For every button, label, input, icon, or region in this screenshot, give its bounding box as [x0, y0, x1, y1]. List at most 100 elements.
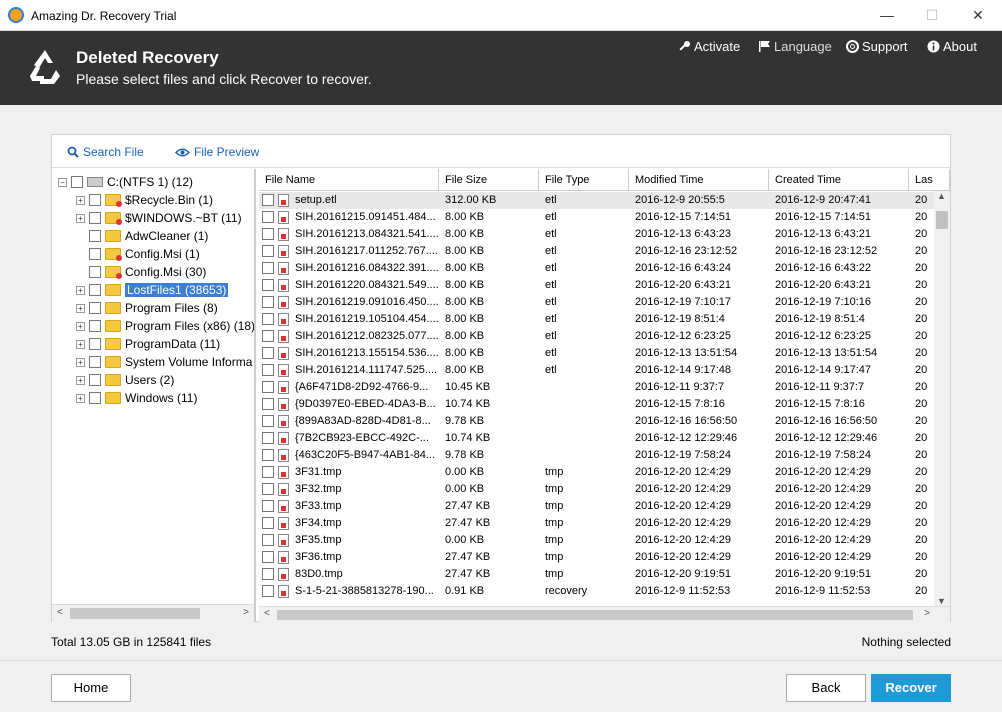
tree-checkbox[interactable]	[89, 356, 101, 368]
row-checkbox[interactable]	[262, 194, 274, 206]
scroll-left-arrow-icon[interactable]: <	[57, 607, 63, 618]
tree-checkbox[interactable]	[89, 248, 101, 260]
table-row[interactable]: S-1-5-21-3885813278-190... 0.91 KB recover…	[259, 583, 934, 600]
tree-checkbox[interactable]	[89, 194, 101, 206]
tree-item[interactable]: + LostFiles1 (38653)	[76, 281, 229, 299]
table-row[interactable]: SIH.20161213.084321.541.... 8.00 KB etl 201…	[259, 226, 934, 243]
row-checkbox[interactable]	[262, 262, 274, 274]
table-row[interactable]: 3F33.tmp 27.47 KB tmp 2016-12-20 12:4:29 201…	[259, 498, 934, 515]
minimize-button[interactable]: —	[877, 6, 897, 24]
tree-item[interactable]: − C:(NTFS 1) (12)	[58, 173, 193, 191]
row-checkbox[interactable]	[262, 534, 274, 546]
tree-item[interactable]: AdwCleaner (1)	[76, 227, 208, 245]
row-checkbox[interactable]	[262, 364, 274, 376]
table-row[interactable]: SIH.20161215.091451.484... 8.00 KB etl 2016…	[259, 209, 934, 226]
table-row[interactable]: setup.etl 312.00 KB etl 2016-12-9 20:55:5 20…	[259, 192, 934, 209]
tree-item[interactable]: + ProgramData (11)	[76, 335, 220, 353]
table-row[interactable]: {463C20F5-B947-4AB1-84... 9.78 KB 2016-12-…	[259, 447, 934, 464]
table-row[interactable]: {9D0397E0-EBED-4DA3-B... 10.74 KB 2016-12-…	[259, 396, 934, 413]
table-row[interactable]: 3F31.tmp 0.00 KB tmp 2016-12-20 12:4:29 2016…	[259, 464, 934, 481]
tree-checkbox[interactable]	[89, 284, 101, 296]
row-checkbox[interactable]	[262, 585, 274, 597]
collapse-icon[interactable]: −	[58, 177, 67, 187]
table-row[interactable]: 83D0.tmp 27.47 KB tmp 2016-12-20 9:19:51 201…	[259, 566, 934, 583]
expand-icon[interactable]: +	[76, 303, 85, 313]
home-button[interactable]: Home	[51, 674, 131, 702]
row-checkbox[interactable]	[262, 330, 274, 342]
row-checkbox[interactable]	[262, 568, 274, 580]
row-checkbox[interactable]	[262, 279, 274, 291]
row-checkbox[interactable]	[262, 245, 274, 257]
tree-item[interactable]: + Program Files (8)	[76, 299, 218, 317]
activate-link[interactable]: Activate	[678, 39, 740, 54]
expand-icon[interactable]: +	[76, 195, 85, 205]
expand-icon[interactable]: +	[76, 321, 85, 331]
close-button[interactable]: ✕	[968, 6, 988, 24]
tree-item[interactable]: + Users (2)	[76, 371, 174, 389]
tree-item[interactable]: + Program Files (x86) (18)	[76, 317, 254, 335]
row-checkbox[interactable]	[262, 211, 274, 223]
expand-icon[interactable]: +	[76, 339, 85, 349]
scroll-thumb[interactable]	[936, 211, 948, 229]
row-checkbox[interactable]	[262, 466, 274, 478]
table-row[interactable]: SIH.20161219.105104.454.... 8.00 KB etl 201…	[259, 311, 934, 328]
column-header[interactable]: Las	[909, 169, 950, 191]
tree-checkbox[interactable]	[89, 230, 101, 242]
scroll-right-arrow-icon[interactable]: >	[924, 608, 930, 619]
recover-button[interactable]: Recover	[871, 674, 951, 702]
expand-icon[interactable]: +	[76, 285, 85, 295]
language-link[interactable]: Language	[758, 39, 832, 54]
tree-item[interactable]: + $WINDOWS.~BT (11)	[76, 209, 242, 227]
file-list-vertical-scrollbar[interactable]: ▲ ▼	[934, 191, 950, 606]
table-row[interactable]: SIH.20161220.084321.549.... 8.00 KB etl 201…	[259, 277, 934, 294]
tree-item[interactable]: + System Volume Informa	[76, 353, 252, 371]
table-row[interactable]: 3F35.tmp 0.00 KB tmp 2016-12-20 12:4:29 2016…	[259, 532, 934, 549]
table-row[interactable]: {899A83AD-828D-4D81-8... 9.78 KB 2016-12-1…	[259, 413, 934, 430]
column-header[interactable]: Created Time	[769, 169, 909, 191]
scroll-left-arrow-icon[interactable]: <	[264, 608, 270, 619]
column-header[interactable]: File Size	[439, 169, 539, 191]
table-row[interactable]: 3F32.tmp 0.00 KB tmp 2016-12-20 12:4:29 2016…	[259, 481, 934, 498]
row-checkbox[interactable]	[262, 517, 274, 529]
folder-tree[interactable]: < > − C:(NTFS 1) (12) + $Recycle.Bin (1) + $W…	[52, 169, 256, 622]
row-checkbox[interactable]	[262, 449, 274, 461]
file-list-horizontal-scrollbar[interactable]: < >	[259, 606, 950, 622]
table-row[interactable]: 3F34.tmp 27.47 KB tmp 2016-12-20 12:4:29 201…	[259, 515, 934, 532]
tree-checkbox[interactable]	[89, 302, 101, 314]
tree-item[interactable]: Config.Msi (30)	[76, 263, 206, 281]
row-checkbox[interactable]	[262, 381, 274, 393]
row-checkbox[interactable]	[262, 398, 274, 410]
expand-icon[interactable]: +	[76, 393, 85, 403]
tree-checkbox[interactable]	[89, 374, 101, 386]
tree-checkbox[interactable]	[89, 392, 101, 404]
tree-item[interactable]: + $Recycle.Bin (1)	[76, 191, 213, 209]
row-checkbox[interactable]	[262, 228, 274, 240]
scroll-thumb[interactable]	[70, 608, 200, 619]
table-row[interactable]: 3F36.tmp 27.47 KB tmp 2016-12-20 12:4:29 201…	[259, 549, 934, 566]
scroll-down-arrow-icon[interactable]: ▼	[937, 596, 946, 606]
tree-checkbox[interactable]	[89, 212, 101, 224]
back-button[interactable]: Back	[786, 674, 866, 702]
tab-search-file[interactable]: Search File	[67, 145, 144, 159]
table-row[interactable]: {A6F471D8-2D92-4766-9... 10.45 KB 2016-12-…	[259, 379, 934, 396]
table-row[interactable]: SIH.20161219.091016.450.... 8.00 KB etl 201…	[259, 294, 934, 311]
tree-horizontal-scrollbar[interactable]: < >	[52, 604, 254, 622]
row-checkbox[interactable]	[262, 432, 274, 444]
file-list[interactable]: File Name File Size File Type Modified Time…	[259, 169, 950, 622]
expand-icon[interactable]: +	[76, 375, 85, 385]
row-checkbox[interactable]	[262, 415, 274, 427]
tab-file-preview[interactable]: File Preview	[175, 145, 259, 159]
maximize-button[interactable]: ☐	[922, 6, 942, 24]
table-row[interactable]: SIH.20161217.011252.767.... 8.00 KB etl 201…	[259, 243, 934, 260]
column-header[interactable]: Modified Time	[629, 169, 769, 191]
table-row[interactable]: {7B2CB923-EBCC-492C-... 10.74 KB 2016-12-1…	[259, 430, 934, 447]
scroll-thumb[interactable]	[277, 610, 913, 620]
table-row[interactable]: SIH.20161214.111747.525.... 8.00 KB etl 201…	[259, 362, 934, 379]
row-checkbox[interactable]	[262, 296, 274, 308]
support-link[interactable]: Support	[846, 39, 908, 54]
tree-checkbox[interactable]	[71, 176, 83, 188]
expand-icon[interactable]: +	[76, 213, 85, 223]
tree-item[interactable]: Config.Msi (1)	[76, 245, 200, 263]
column-header[interactable]: File Name	[259, 169, 439, 191]
tree-checkbox[interactable]	[89, 320, 101, 332]
